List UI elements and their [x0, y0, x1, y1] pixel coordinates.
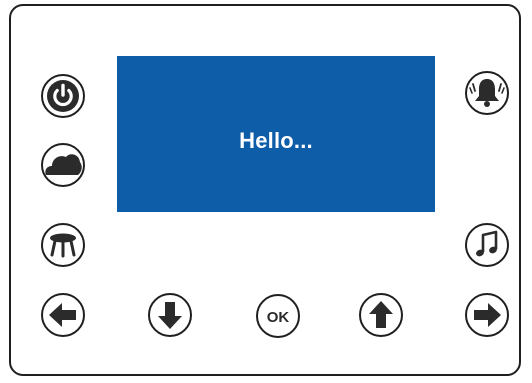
- power-button[interactable]: [40, 73, 86, 119]
- arrow-left-icon: [41, 293, 85, 337]
- down-button[interactable]: [147, 292, 193, 338]
- arrow-up-icon: [359, 293, 403, 337]
- stool-button[interactable]: [40, 222, 86, 268]
- right-button[interactable]: [464, 292, 510, 338]
- up-button[interactable]: [358, 292, 404, 338]
- arrow-down-icon: [148, 293, 192, 337]
- display-text: Hello...: [239, 128, 313, 153]
- left-button[interactable]: [40, 292, 86, 338]
- music-note-icon: [465, 223, 509, 267]
- cloud-button[interactable]: [40, 142, 86, 188]
- stool-icon: [41, 223, 85, 267]
- arrow-right-icon: [465, 293, 509, 337]
- bell-icon: [465, 71, 509, 115]
- ok-label: OK: [267, 309, 290, 326]
- power-icon: [41, 74, 85, 118]
- music-button[interactable]: [464, 222, 510, 268]
- display-screen: Hello...: [117, 56, 435, 212]
- ok-button[interactable]: OK: [255, 293, 301, 339]
- cloud-icon: [41, 143, 85, 187]
- bell-button[interactable]: [464, 70, 510, 116]
